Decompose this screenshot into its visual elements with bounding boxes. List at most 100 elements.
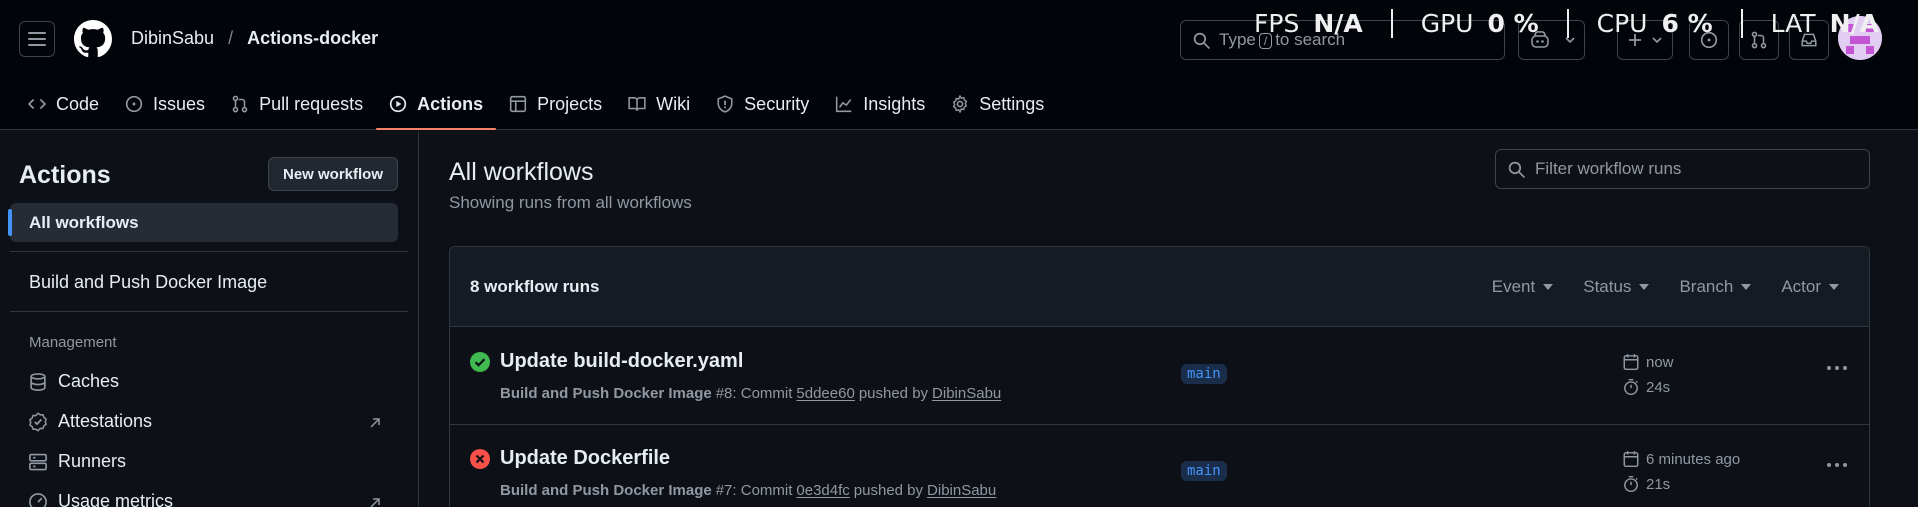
tab-wiki[interactable]: Wiki [615,82,703,126]
branch-filter-dropdown[interactable]: Branch [1679,277,1752,297]
code-icon [28,98,46,110]
search-hint: Type / to search [1219,30,1346,49]
run-meta: Build and Push Docker Image #7: Commit 0… [500,482,996,499]
runs-filters: Event Status Branch Actor [1492,277,1839,297]
tab-pull-requests[interactable]: Pull requests [218,82,376,126]
run-time-ago: 6 minutes ago [1646,450,1741,468]
runs-list-header: 8 workflow runs Event Status Branch Acto… [450,247,1869,327]
meter-icon [29,492,47,507]
server-icon [29,453,47,470]
caret-down-icon [1639,284,1650,290]
tab-projects[interactable]: Projects [496,82,615,126]
pull-requests-shortcut-button[interactable] [1739,20,1779,60]
tab-label: Settings [979,93,1045,114]
sidebar-item-label: Runners [58,451,127,471]
run-title[interactable]: Update build-docker.yaml [500,350,743,373]
actor-link[interactable]: DibinSabu [932,385,1001,402]
play-icon [389,95,407,113]
tab-label: Code [56,93,100,114]
calendar-icon [1623,451,1639,468]
commit-link[interactable]: 0e3d4fc [796,482,849,499]
status-filter-dropdown[interactable]: Status [1583,277,1650,297]
avatar-image [1838,16,1882,60]
tab-insights[interactable]: Insights [822,82,938,126]
page-subtitle: Showing runs from all workflows [449,193,692,212]
branch-label[interactable]: main [1181,461,1227,481]
tab-settings[interactable]: Settings [938,82,1057,126]
search-icon [1508,161,1525,178]
filter-workflow-runs-input[interactable]: Filter workflow runs [1495,149,1870,189]
book-icon [628,97,646,111]
filter-placeholder: Filter workflow runs [1535,159,1682,178]
sidebar-item-label: All workflows [29,213,139,232]
tab-code[interactable]: Code [28,82,112,126]
database-icon [30,372,46,391]
pull-request-icon [1751,31,1767,49]
breadcrumb-owner[interactable]: DibinSabu [131,28,214,49]
sidebar-item-caches[interactable]: Caches [28,371,119,392]
issues-shortcut-button[interactable] [1689,20,1729,60]
branch-label[interactable]: main [1181,364,1227,384]
run-timing: 6 minutes ago 21s [1622,450,1740,493]
run-timing: now 24s [1622,353,1674,396]
tab-label: Security [744,93,810,114]
run-time-ago: now [1646,353,1674,371]
repo-header: DibinSabu / Actions-docker Type / to searc… [0,0,1918,130]
issue-icon [1700,31,1718,49]
sidebar-item-all-workflows[interactable]: All workflows [8,203,398,242]
verified-icon [28,411,48,432]
run-meta: Build and Push Docker Image #8: Commit 5… [500,385,1001,402]
plus-icon [1629,34,1641,46]
run-number: #7: Commit [715,482,793,499]
success-check-icon [470,352,490,372]
breadcrumb-separator: / [228,28,234,48]
new-workflow-button[interactable]: New workflow [268,157,398,191]
sidebar-item-runners[interactable]: Runners [28,451,126,472]
failure-x-icon [470,449,490,469]
run-duration: 24s [1646,378,1671,396]
menu-button[interactable] [19,21,55,57]
tab-security[interactable]: Security [703,82,822,126]
sidebar-item-workflow[interactable]: Build and Push Docker Image [29,272,267,293]
run-title[interactable]: Update Dockerfile [500,447,670,470]
tab-issues[interactable]: Issues [112,82,218,126]
run-workflow-name: Build and Push Docker Image [500,482,712,499]
kebab-menu-icon[interactable] [1827,366,1847,370]
create-new-button[interactable] [1617,20,1673,60]
workflow-run-row[interactable]: Update build-docker.yaml Build and Push … [450,328,1869,425]
chevron-down-icon [1564,37,1575,43]
external-link-icon [370,418,380,428]
tab-label: Issues [153,93,206,114]
chevron-down-icon [1652,37,1662,43]
hamburger-icon [28,32,46,46]
sidebar-item-attestations[interactable]: Attestations [28,411,152,432]
copilot-button[interactable] [1518,20,1585,60]
gear-icon [953,95,968,113]
breadcrumb-repo[interactable]: Actions-docker [247,28,378,49]
page-title: All workflows [449,158,594,186]
kebab-menu-icon[interactable] [1827,463,1847,467]
github-logo-icon[interactable] [74,20,112,58]
tab-actions[interactable]: Actions [376,82,497,130]
actor-link[interactable]: DibinSabu [927,482,996,499]
workflow-run-row[interactable]: Update Dockerfile Build and Push Docker … [450,425,1869,507]
caret-down-icon [1741,284,1752,290]
global-search-input[interactable]: Type / to search [1180,20,1505,60]
issue-icon [125,95,143,113]
run-workflow-name: Build and Push Docker Image [500,385,712,402]
commit-link[interactable]: 5ddee60 [796,385,854,402]
user-avatar[interactable] [1838,16,1882,60]
pull-request-icon [232,95,248,113]
event-filter-dropdown[interactable]: Event [1492,277,1554,297]
tab-label: Projects [537,93,603,114]
inbox-button[interactable] [1789,20,1829,60]
actor-filter-dropdown[interactable]: Actor [1781,277,1839,297]
tab-label: Wiki [656,93,691,114]
table-icon [510,95,527,113]
sidebar-item-usage-metrics[interactable]: Usage metrics [28,491,173,507]
search-icon [1193,32,1210,49]
repo-tabs: Code Issues Pull requests Actions Projec… [28,82,1057,130]
tab-label: Actions [417,93,484,114]
graph-icon [836,96,852,113]
management-heading: Management [29,334,117,351]
